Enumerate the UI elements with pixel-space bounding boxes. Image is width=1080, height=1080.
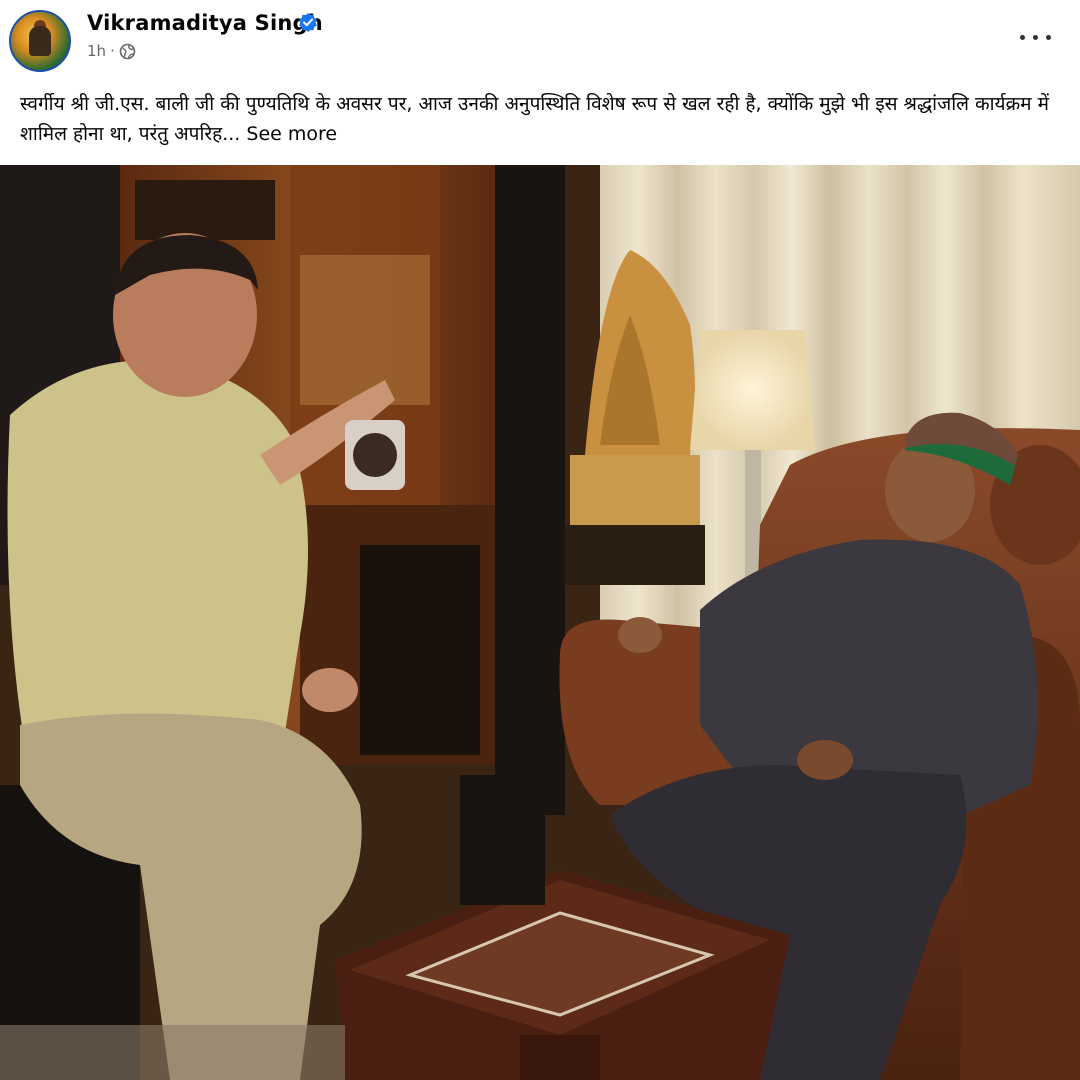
post-header: Vikramaditya Singh 1h · [0,0,1080,80]
post-time[interactable]: 1h [87,42,106,60]
globe-icon[interactable] [119,43,136,60]
more-options-button[interactable] [1016,22,1056,52]
author-avatar[interactable] [9,10,71,72]
see-more-link[interactable]: See more [246,123,337,145]
post-body-text: स्वर्गीय श्री जी.एस. बाली जी की पुण्यतिथ… [20,93,1049,145]
post-meta: 1h · [87,42,136,60]
post-photo[interactable] [0,165,1080,1080]
post-text: स्वर्गीय श्री जी.एस. बाली जी की पुण्यतिथ… [20,89,1065,149]
photo-illustration [0,165,1080,1080]
meta-separator: · [110,42,115,60]
author-name[interactable]: Vikramaditya Singh [87,11,323,35]
verified-badge-icon [299,13,317,32]
